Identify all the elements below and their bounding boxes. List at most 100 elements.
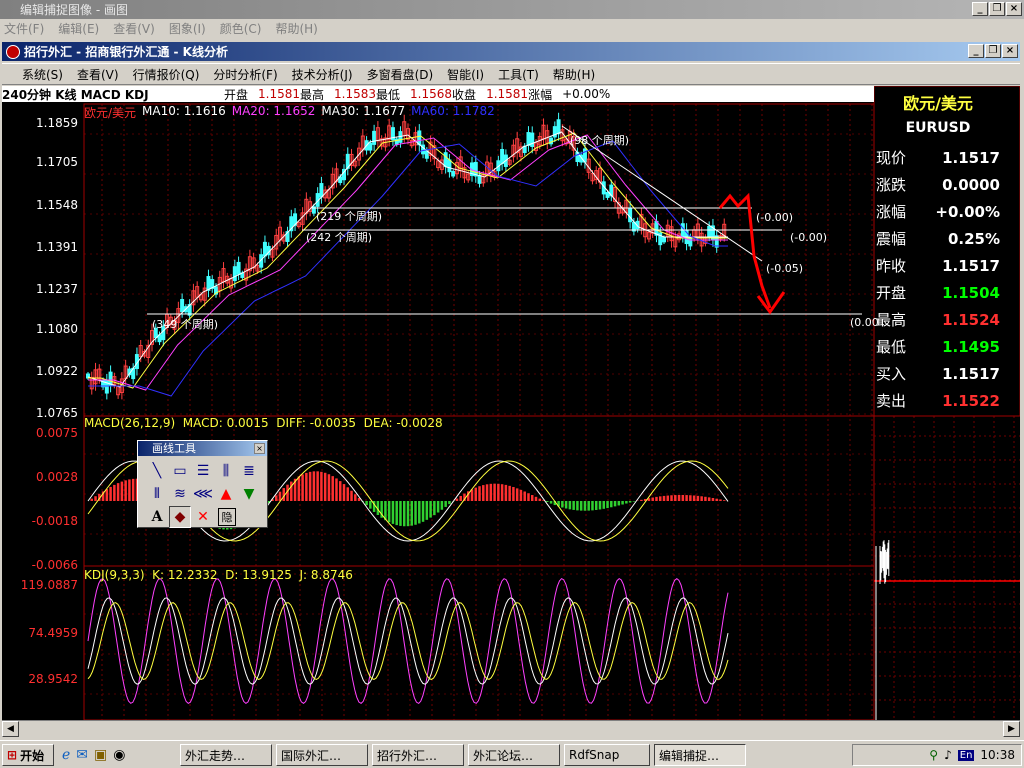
gann-lines-icon[interactable]: ≋ [169,483,191,505]
chart-annotation: (-0.00) [756,211,794,224]
quote-row-label: 卖出 [876,392,907,410]
quote-panel: 欧元/美元 EURUSD 现价 1.1517 涨跌 0.0000 涨幅 +0.00% 震幅 0… [874,86,1020,416]
restore-icon[interactable]: ❐ [989,2,1005,16]
quote-row-value: 1.1495 [942,337,1000,356]
outlook-icon[interactable]: ✉ [76,747,88,763]
candle-body [368,142,373,151]
eraser-tool-icon[interactable]: ◆ [169,506,191,528]
menu-help[interactable]: 帮助(H) [275,20,317,37]
task-button-5[interactable]: RdfSnap [564,744,650,766]
chart-annotation: (-0.00) [790,231,828,244]
menu-image[interactable]: 图象(I) [169,20,206,37]
menu-tools[interactable]: 工具(T) [498,66,539,83]
task-button-2[interactable]: 国际外汇… [276,744,368,766]
menu-view[interactable]: 查看(V) [113,20,155,37]
close-icon[interactable]: × [1006,2,1022,16]
menu-colors[interactable]: 颜色(C) [220,20,262,37]
child-close-icon[interactable]: × [1002,44,1018,58]
menu-file[interactable]: 文件(F) [4,20,44,37]
delete-tool-icon[interactable]: ✕ [192,506,214,528]
task-button-4[interactable]: 外汇论坛… [468,744,560,766]
text-tool-icon[interactable]: A [146,506,168,528]
menu-smart[interactable]: 智能(I) [447,66,484,83]
macd-legend: MACD(26,12,9) MACD: 0.0015 DIFF: -0.0035… [84,416,443,430]
scroll-left-icon[interactable]: ◀ [2,721,19,737]
ma-line-3 [88,140,728,397]
low-value: 1.1568 [410,87,453,101]
task-button-1[interactable]: 外汇走势… [180,744,272,766]
quote-row-label: 买入 [876,365,907,383]
drawing-toolbox[interactable]: 画线工具 × ╲ ▭ ☰ ⫼ ≣ ⫴ ≋ ⋘ ▲ ▼ A ◆ ✕ 隐 [137,440,268,528]
fibonacci-time-icon[interactable]: ⫼ [215,460,237,482]
fan-lines-icon[interactable]: ⋘ [192,483,214,505]
candle-body [605,191,610,198]
menu-multiwindow[interactable]: 多窗看盘(D) [367,66,434,83]
child-minimize-icon[interactable]: _ [968,44,984,58]
candle-body [319,183,324,198]
candle-body [662,236,666,243]
menu-technical[interactable]: 技术分析(J) [292,66,353,83]
ma60-legend: MA60: 1.1782 [411,104,495,118]
quote-row-value: 1.1517 [942,364,1000,383]
y-tick-label: 0.0075 [36,426,78,440]
up-arrow-icon[interactable]: ▲ [215,483,237,505]
rectangle-tool-icon[interactable]: ▭ [169,460,191,482]
quote-row-label: 开盘 [876,284,907,302]
taskbar: ⊞ 开始 ℯ ✉ ▣ ◉ 外汇走势… 国际外汇… 招行外汇… 外汇论坛… Rdf… [0,740,1024,768]
parallel-lines-icon[interactable]: ☰ [192,460,214,482]
task-button-6[interactable]: 编辑捕捉… [654,744,746,766]
menu-edit[interactable]: 编辑(E) [58,20,99,37]
symbol-label: 欧元/美元 [84,106,137,120]
network-icon[interactable]: ⚲ [929,748,938,762]
menu-view-2[interactable]: 查看(V) [77,66,119,83]
down-arrow-icon[interactable]: ▼ [238,483,260,505]
quote-row-value: 1.1522 [942,391,1000,410]
chart-area[interactable] [2,85,1021,721]
quote-row: 现价 1.1517 [874,144,1002,171]
child-restore-icon[interactable]: ❐ [985,44,1001,58]
y-tick-label: 1.1705 [36,155,78,169]
quote-row-value: 1.1504 [942,283,1000,302]
fibonacci-retracement-icon[interactable]: ≣ [238,460,260,482]
quote-row: 涨跌 0.0000 [874,171,1002,198]
quote-row-value: 1.1517 [942,256,1000,275]
minimize-icon[interactable]: _ [972,2,988,16]
window-title: 编辑捕捉图像 - 画图 [20,3,128,17]
chart-canvas[interactable] [2,85,1021,721]
toolbox-close-icon[interactable]: × [254,443,265,454]
horizontal-scrollbar[interactable]: ◀ ▶ [2,720,1020,737]
info-bar: 240分钟 K线 MACD KDJ 开盘 1.1581 最高 1.1583 最低… [2,86,874,102]
system-tray: ⚲ ♪ En 10:38 [852,744,1022,766]
menu-quotes[interactable]: 行情报价(Q) [133,66,200,83]
quote-row-value: 0.0000 [942,175,1000,194]
qq-icon[interactable]: ◉ [113,747,125,763]
y-tick-label: 0.0028 [36,470,78,484]
quote-row-label: 涨跌 [876,176,907,194]
open-label: 开盘 [224,87,249,102]
line-tool-icon[interactable]: ╲ [146,460,168,482]
period-label: 240分钟 K线 MACD KDJ [2,87,149,102]
menu-intraday[interactable]: 分时分析(F) [213,66,277,83]
desktop-icon[interactable]: ▣ [94,747,107,763]
hide-tool-icon[interactable]: 隐 [218,508,236,526]
window-title-bar: 编辑捕捉图像 - 画图 _ ❐ × [0,0,1024,19]
close-value: 1.1581 [486,87,529,101]
candle-body [236,261,241,275]
menu-system[interactable]: 系统(S) [22,66,63,83]
y-tick-label: 1.0922 [36,364,78,378]
quote-row: 开盘 1.1504 [874,279,1002,306]
scroll-right-icon[interactable]: ▶ [1003,721,1020,737]
menu-help-2[interactable]: 帮助(H) [553,66,595,83]
task-button-3[interactable]: 招行外汇… [372,744,464,766]
quote-row: 最高 1.1524 [874,306,1002,333]
chart-annotation: (98 个周期) [570,134,630,147]
start-button[interactable]: ⊞ 开始 [2,744,54,766]
y-tick-label: 74.4959 [28,626,78,640]
quote-row-value: 0.25% [947,229,1000,248]
quote-row-value: 1.1517 [942,148,1000,167]
volume-icon[interactable]: ♪ [944,748,952,762]
ie-icon[interactable]: ℯ [62,747,70,763]
cycle-lines-icon[interactable]: ⫴ [146,483,168,505]
y-tick-label: 1.1391 [36,240,78,254]
lang-indicator[interactable]: En [957,749,975,761]
